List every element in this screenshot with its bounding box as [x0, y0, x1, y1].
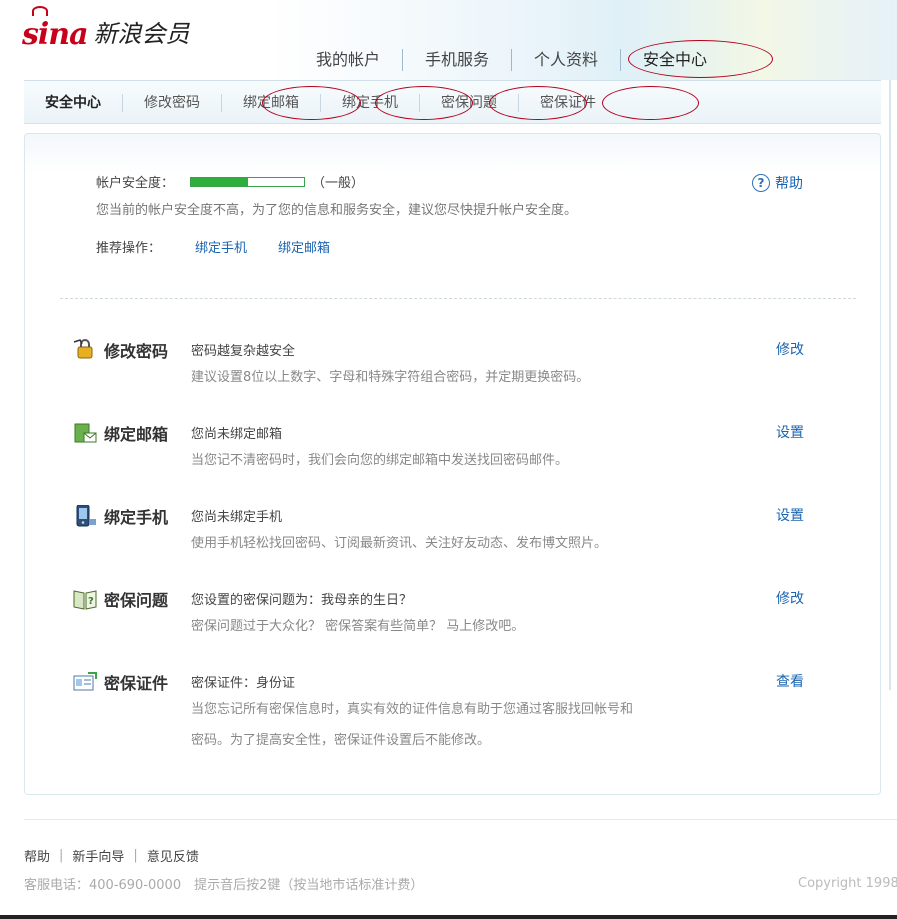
item-desc-bind-phone: 使用手机轻松找回密码、订阅最新资讯、关注好友动态、发布博文照片。: [191, 528, 711, 559]
action-modify-password[interactable]: 修改: [776, 339, 804, 359]
item-status-security-question: 您设置的密保问题为：我母亲的生日？: [191, 593, 413, 608]
security-description: 您当前的帐户安全度不高，为了您的信息和服务安全，建议您尽快提升帐户安全度。: [96, 203, 578, 218]
item-desc-line: 当您记不清密码时，我们会向您的绑定邮箱中发送找回密码邮件。: [191, 453, 569, 468]
item-status-bind-email: 您尚未绑定邮箱: [191, 427, 283, 442]
item-title-bind-phone: 绑定手机: [104, 508, 169, 527]
action-set-phone[interactable]: 设置: [776, 505, 804, 525]
security-level-label: 帐户安全度：: [96, 176, 175, 191]
recommend-link-bind-phone[interactable]: 绑定手机: [195, 237, 247, 256]
bottom-border: [0, 915, 897, 919]
item-desc-security-id: 当您忘记所有密保信息时，真实有效的证件信息有助于您通过客服找回帐号和 密码。为了…: [191, 694, 711, 756]
action-set-email[interactable]: 设置: [776, 422, 804, 442]
security-level-text: （一般）: [312, 176, 365, 191]
item-title-bind-email: 绑定邮箱: [104, 425, 169, 444]
item-desc-line: 建议设置8位以上数字、字母和特殊字符组合密码，并定期更换密码。: [191, 370, 590, 385]
item-desc-line: 密码。为了提高安全性，密保证件设置后不能修改。: [191, 733, 491, 748]
item-title-security-question: 密保问题: [104, 591, 169, 610]
sina-eye-icon: [32, 6, 48, 16]
item-desc-change-password: 建议设置8位以上数字、字母和特殊字符组合密码，并定期更换密码。: [191, 362, 711, 393]
question-book-icon: ?: [73, 590, 97, 610]
recommend-label: 推荐操作：: [96, 241, 162, 256]
logo-sina-text: sina: [22, 17, 89, 52]
footer-separator: |: [133, 848, 138, 863]
password-key-icon: [73, 339, 93, 359]
svg-text:?: ?: [88, 596, 94, 607]
item-title-security-id: 密保证件: [104, 674, 169, 693]
sub-nav: 安全中心 修改密码 绑定邮箱 绑定手机 密保问题 密保证件: [24, 80, 881, 124]
item-desc-line: 使用手机轻松找回密码、订阅最新资讯、关注好友动态、发布博文照片。: [191, 536, 608, 551]
id-card-icon: [73, 672, 97, 691]
dashed-divider: [60, 298, 856, 299]
email-icon: [74, 423, 97, 443]
footer-link-help[interactable]: 帮助: [24, 846, 50, 865]
sub-nav-security-question[interactable]: 密保问题: [420, 81, 518, 125]
action-modify-question[interactable]: 修改: [776, 588, 804, 608]
mobile-phone-icon: [76, 505, 96, 527]
item-status-bind-phone: 您尚未绑定手机: [191, 510, 283, 525]
header: sina 新浪会员 我的帐户 手机服务 个人资料 安全中心: [0, 0, 897, 80]
logo-member-title: 新浪会员: [93, 20, 190, 48]
sub-nav-bind-phone[interactable]: 绑定手机: [321, 81, 419, 125]
help-link[interactable]: ? 帮助: [752, 173, 803, 193]
top-nav-mobile-service[interactable]: 手机服务: [403, 46, 511, 74]
item-title-change-password: 修改密码: [104, 342, 169, 361]
footer-links: 帮助 | 新手向导 | 意见反馈: [24, 846, 199, 865]
footer-link-beginner-guide[interactable]: 新手向导: [72, 846, 124, 865]
recommend-link-bind-email[interactable]: 绑定邮箱: [278, 237, 330, 256]
sina-logo[interactable]: sina 新浪会员: [22, 6, 190, 52]
question-icon: ?: [752, 174, 770, 192]
top-nav: 我的帐户 手机服务 个人资料 安全中心: [294, 46, 729, 74]
action-view-id[interactable]: 查看: [776, 671, 804, 691]
footer-divider: [24, 819, 897, 820]
page: sina 新浪会员 我的帐户 手机服务 个人资料 安全中心 安全中心 修改密码 …: [0, 0, 897, 919]
item-desc-line: 当您忘记所有密保信息时，真实有效的证件信息有助于您通过客服找回帐号和: [191, 702, 634, 717]
item-desc-security-question: 密保问题过于大众化？ 密保答案有些简单？ 马上修改吧。: [191, 611, 711, 642]
footer-service-phone: 客服电话：400-690-0000 提示音后按2键（按当地市话标准计费）: [24, 878, 424, 893]
sub-nav-security-id[interactable]: 密保证件: [519, 81, 617, 125]
footer-separator: |: [59, 848, 64, 863]
top-nav-security-center[interactable]: 安全中心: [621, 46, 729, 74]
sub-nav-change-password[interactable]: 修改密码: [123, 81, 221, 125]
security-level-meter-fill: [191, 178, 248, 186]
item-status-change-password: 密码越复杂越安全: [191, 344, 296, 359]
sub-nav-bind-email[interactable]: 绑定邮箱: [222, 81, 320, 125]
top-nav-my-account[interactable]: 我的帐户: [294, 46, 402, 74]
item-status-security-id: 密保证件：身份证: [191, 676, 296, 691]
footer-link-feedback[interactable]: 意见反馈: [147, 846, 199, 865]
security-level-meter: [190, 177, 305, 187]
item-desc-bind-email: 当您记不清密码时，我们会向您的绑定邮箱中发送找回密码邮件。: [191, 445, 711, 476]
sub-nav-security-center[interactable]: 安全中心: [24, 81, 122, 125]
item-desc-line: 密保问题过于大众化？ 密保答案有些简单？ 马上修改吧。: [191, 619, 525, 634]
right-scroll-rail: [889, 80, 897, 690]
top-nav-profile[interactable]: 个人资料: [512, 46, 620, 74]
help-label: 帮助: [775, 176, 803, 192]
footer-copyright: Copyright 1998: [798, 876, 897, 891]
